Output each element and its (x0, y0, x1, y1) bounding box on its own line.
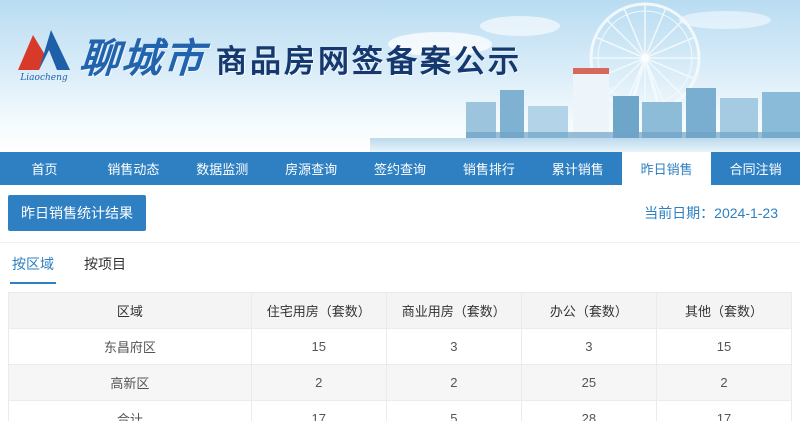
table-row: 高新区 2 2 25 2 (9, 365, 792, 401)
current-date-label: 当前日期：2024-1-23 (644, 203, 792, 223)
tab-by-region[interactable]: 按区域 (10, 254, 56, 284)
nav-item-listing-query[interactable]: 房源查询 (267, 152, 356, 185)
cell-commercial: 3 (386, 329, 521, 365)
col-header-residential: 住宅用房（套数） (251, 293, 386, 329)
cell-residential: 17 (251, 401, 386, 421)
section-title-badge: 昨日销售统计结果 (8, 195, 146, 231)
cell-residential: 15 (251, 329, 386, 365)
city-name-calligraphy: 聊城市 (78, 26, 208, 84)
col-header-commercial: 商业用房（套数） (386, 293, 521, 329)
nav-item-yesterday-sales[interactable]: 昨日销售 (622, 152, 711, 185)
nav-item-cumulative-sales[interactable]: 累计销售 (533, 152, 622, 185)
table-header-row: 区域 住宅用房（套数） 商业用房（套数） 办公（套数） 其他（套数） (9, 293, 792, 329)
cell-residential: 2 (251, 365, 386, 401)
nav-item-sales-trends[interactable]: 销售动态 (89, 152, 178, 185)
view-tabs: 按区域 按项目 (0, 243, 800, 284)
cell-commercial: 5 (386, 401, 521, 421)
mountain-logo-icon (16, 28, 72, 70)
main-nav: 首页 销售动态 数据监测 房源查询 签约查询 销售排行 累计销售 昨日销售 合同… (0, 152, 800, 185)
sales-stats-table: 区域 住宅用房（套数） 商业用房（套数） 办公（套数） 其他（套数） 东昌府区 … (8, 292, 792, 421)
col-header-office: 办公（套数） (521, 293, 656, 329)
nav-item-sales-ranking[interactable]: 销售排行 (444, 152, 533, 185)
cell-region: 东昌府区 (9, 329, 252, 365)
cell-other: 2 (656, 365, 791, 401)
cell-region: 高新区 (9, 365, 252, 401)
nav-item-home[interactable]: 首页 (0, 152, 89, 185)
tab-by-project[interactable]: 按项目 (82, 254, 128, 284)
cell-other: 15 (656, 329, 791, 365)
cell-other: 17 (656, 401, 791, 421)
nav-item-contract-cancel[interactable]: 合同注销 (711, 152, 800, 185)
cell-commercial: 2 (386, 365, 521, 401)
cell-office: 28 (521, 401, 656, 421)
site-title: 商品房网签备案公示 (216, 30, 522, 81)
col-header-region: 区域 (9, 293, 252, 329)
nav-item-data-monitor[interactable]: 数据监测 (178, 152, 267, 185)
cell-region: 合计 (9, 401, 252, 421)
title-row: 昨日销售统计结果 当前日期：2024-1-23 (0, 185, 800, 243)
site-logo: Liaocheng (14, 28, 74, 83)
table-row-total: 合计 17 5 28 17 (9, 401, 792, 421)
nav-item-signing-query[interactable]: 签约查询 (356, 152, 445, 185)
cell-office: 3 (521, 329, 656, 365)
brand-area: Liaocheng 聊城市 商品房网签备案公示 (14, 26, 522, 84)
header-banner: Liaocheng 聊城市 商品房网签备案公示 (0, 0, 800, 152)
col-header-other: 其他（套数） (656, 293, 791, 329)
table-row: 东昌府区 15 3 3 15 (9, 329, 792, 365)
cell-office: 25 (521, 365, 656, 401)
logo-script-text: Liaocheng (14, 73, 74, 83)
